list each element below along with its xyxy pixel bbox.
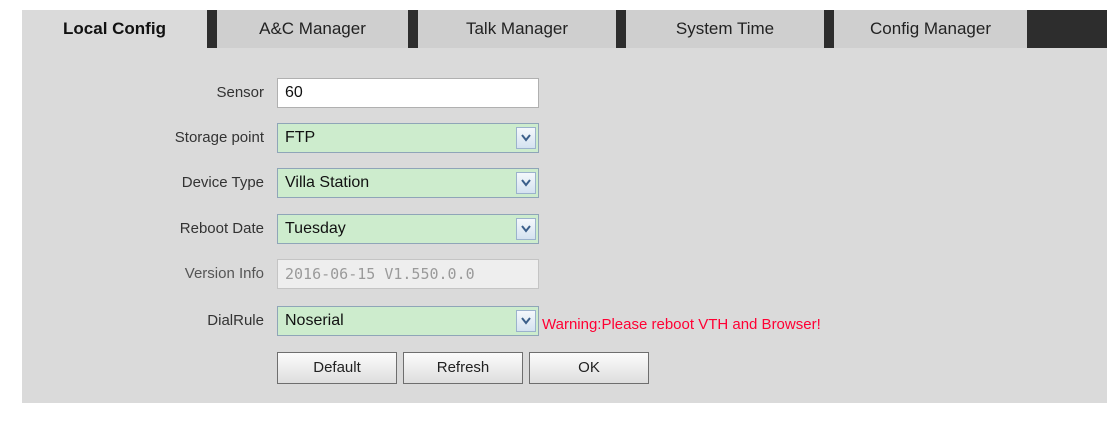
device-type-value: Villa Station [285, 174, 370, 191]
dial-rule-select[interactable]: Noserial [277, 306, 539, 336]
chevron-down-icon[interactable] [516, 127, 536, 149]
storage-point-select[interactable]: FTP [277, 123, 539, 153]
tab-bar: Local Config A&C Manager Talk Manager Sy… [22, 10, 1107, 48]
version-info-label: Version Info [184, 265, 264, 282]
chevron-down-icon[interactable] [516, 172, 536, 194]
device-type-row: Device Type Villa Station [22, 168, 1107, 202]
sensor-label: Sensor [216, 84, 264, 101]
dial-rule-row: DialRule Noserial Warning:Please reboot … [22, 306, 1107, 340]
dial-rule-value: Noserial [285, 312, 344, 329]
reboot-warning: Warning:Please reboot VTH and Browser! [542, 316, 821, 333]
dial-rule-label: DialRule [207, 312, 264, 329]
tab-ac-manager[interactable]: A&C Manager [217, 10, 408, 48]
tab-system-time[interactable]: System Time [626, 10, 824, 48]
version-info-field: 2016-06-15 V1.550.0.0 [277, 259, 539, 289]
local-config-panel: Sensor 60 Storage point FTP Device Type … [22, 48, 1107, 403]
reboot-date-row: Reboot Date Tuesday [22, 214, 1107, 248]
chevron-down-icon[interactable] [516, 218, 536, 240]
default-button[interactable]: Default [277, 352, 397, 384]
tab-local-config[interactable]: Local Config [22, 10, 207, 48]
tab-talk-manager[interactable]: Talk Manager [418, 10, 616, 48]
version-info-row: Version Info 2016-06-15 V1.550.0.0 [22, 259, 1107, 293]
storage-point-row: Storage point FTP [22, 123, 1107, 157]
device-type-label: Device Type [181, 174, 264, 191]
storage-point-label: Storage point [174, 129, 264, 146]
sensor-row: Sensor 60 [22, 78, 1107, 112]
ok-button[interactable]: OK [529, 352, 649, 384]
sensor-input[interactable]: 60 [277, 78, 539, 108]
refresh-button[interactable]: Refresh [403, 352, 523, 384]
reboot-date-value: Tuesday [285, 220, 346, 237]
device-type-select[interactable]: Villa Station [277, 168, 539, 198]
reboot-date-label: Reboot Date [179, 220, 264, 237]
reboot-date-select[interactable]: Tuesday [277, 214, 539, 244]
storage-point-value: FTP [285, 129, 316, 146]
tab-config-manager[interactable]: Config Manager [834, 10, 1027, 48]
button-row: Default Refresh OK [22, 352, 1107, 386]
chevron-down-icon[interactable] [516, 310, 536, 332]
